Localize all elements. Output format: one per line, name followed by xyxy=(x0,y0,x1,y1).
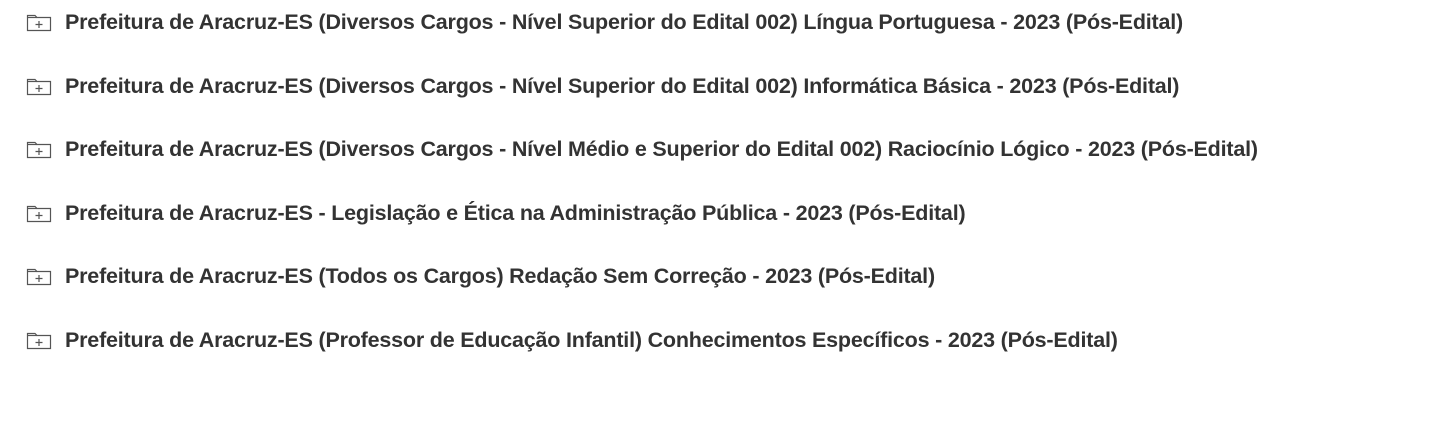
course-item[interactable]: Prefeitura de Aracruz-ES (Diversos Cargo… xyxy=(26,71,1179,101)
course-item[interactable]: Prefeitura de Aracruz-ES - Legislação e … xyxy=(26,198,966,228)
course-item[interactable]: Prefeitura de Aracruz-ES (Professor de E… xyxy=(26,325,1118,355)
folder-plus-icon[interactable] xyxy=(26,330,52,350)
folder-plus-icon[interactable] xyxy=(26,203,52,223)
folder-plus-icon[interactable] xyxy=(26,139,52,159)
course-title[interactable]: Prefeitura de Aracruz-ES (Professor de E… xyxy=(65,325,1118,355)
folder-plus-icon[interactable] xyxy=(26,76,52,96)
folder-plus-icon[interactable] xyxy=(26,266,52,286)
course-folder-list: Prefeitura de Aracruz-ES (Diversos Cargo… xyxy=(0,0,1443,437)
course-title[interactable]: Prefeitura de Aracruz-ES (Todos os Cargo… xyxy=(65,261,935,291)
course-title[interactable]: Prefeitura de Aracruz-ES - Legislação e … xyxy=(65,198,966,228)
course-item[interactable]: Prefeitura de Aracruz-ES (Todos os Cargo… xyxy=(26,261,935,291)
course-item[interactable]: Prefeitura de Aracruz-ES (Diversos Cargo… xyxy=(26,134,1258,164)
course-item[interactable]: Prefeitura de Aracruz-ES (Diversos Cargo… xyxy=(26,7,1183,37)
folder-plus-icon[interactable] xyxy=(26,12,52,32)
course-title[interactable]: Prefeitura de Aracruz-ES (Diversos Cargo… xyxy=(65,7,1183,37)
course-title[interactable]: Prefeitura de Aracruz-ES (Diversos Cargo… xyxy=(65,71,1179,101)
course-title[interactable]: Prefeitura de Aracruz-ES (Diversos Cargo… xyxy=(65,134,1258,164)
